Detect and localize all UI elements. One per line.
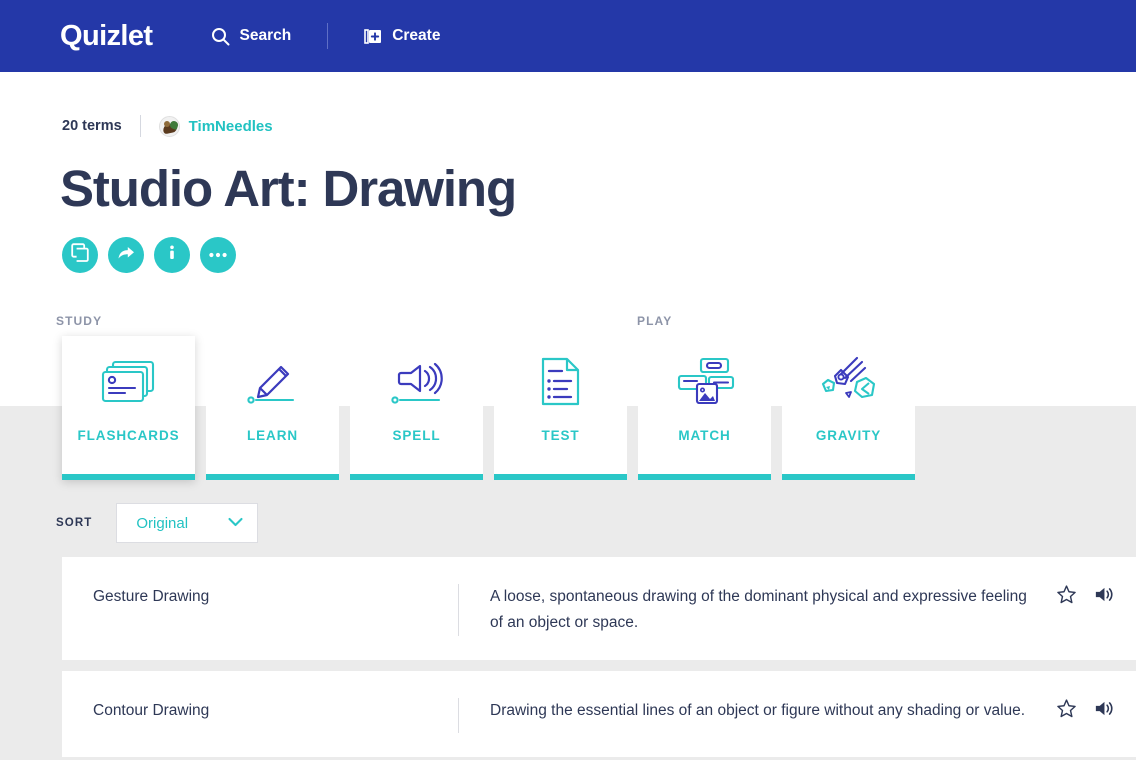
quizlet-logo[interactable]: Quizlet bbox=[60, 20, 153, 53]
term-definition: A loose, spontaneous drawing of the domi… bbox=[490, 588, 1027, 631]
more-button[interactable] bbox=[200, 237, 236, 273]
share-button[interactable] bbox=[108, 237, 144, 273]
section-label-play: PLAY bbox=[637, 314, 673, 328]
section-label-study: STUDY bbox=[56, 314, 103, 328]
mode-card-match-label: MATCH bbox=[678, 428, 731, 443]
sort-select[interactable]: Original bbox=[116, 503, 259, 543]
mode-card-learn-label: LEARN bbox=[247, 428, 298, 443]
speaker-waves-icon bbox=[387, 336, 447, 428]
term-row-actions bbox=[1056, 698, 1136, 719]
author-link[interactable]: TimNeedles bbox=[158, 115, 273, 137]
pencil-icon bbox=[243, 336, 303, 428]
navbar-divider bbox=[327, 23, 329, 49]
mode-card-spell-label: SPELL bbox=[392, 428, 441, 443]
create-icon bbox=[364, 27, 383, 46]
sort-row: SORT Original bbox=[56, 503, 259, 543]
term-row-actions bbox=[1056, 584, 1136, 605]
speaker-icon[interactable] bbox=[1093, 698, 1114, 719]
study-mode-cards: FLASHCARDS LEARN SPELL TEST MATCH GRAVIT… bbox=[62, 336, 915, 480]
search-icon bbox=[211, 27, 230, 46]
ellipsis-icon bbox=[208, 246, 228, 264]
chevron-down-icon bbox=[228, 514, 243, 532]
info-icon bbox=[163, 244, 181, 267]
mode-card-spell[interactable]: SPELL bbox=[350, 336, 483, 480]
star-icon[interactable] bbox=[1056, 698, 1077, 719]
table-row[interactable]: Contour Drawing Drawing the essential li… bbox=[62, 671, 1136, 757]
avatar bbox=[158, 115, 180, 137]
mode-card-learn[interactable]: LEARN bbox=[206, 336, 339, 480]
mode-card-flashcards-label: FLASHCARDS bbox=[77, 428, 180, 443]
nav-item-search-label: Search bbox=[239, 27, 292, 44]
table-row[interactable]: Gesture Drawing A loose, spontaneous dra… bbox=[62, 557, 1136, 660]
term-word: Gesture Drawing bbox=[93, 588, 210, 605]
document-list-icon bbox=[537, 336, 585, 428]
page-root: Quizlet Search Create 20 terms TimNeedle… bbox=[0, 0, 1136, 760]
navbar-items: Search Create bbox=[209, 21, 442, 52]
mode-card-test-label: TEST bbox=[541, 428, 580, 443]
copy-button[interactable] bbox=[62, 237, 98, 273]
term-count: 20 terms bbox=[62, 118, 122, 134]
term-word: Contour Drawing bbox=[93, 702, 210, 719]
info-button[interactable] bbox=[154, 237, 190, 273]
speaker-icon[interactable] bbox=[1093, 584, 1114, 605]
page-title: Studio Art: Drawing bbox=[60, 160, 517, 217]
mode-card-flashcards[interactable]: FLASHCARDS bbox=[62, 336, 195, 480]
sort-value: Original bbox=[136, 514, 189, 532]
set-action-buttons bbox=[62, 237, 236, 273]
mode-card-match[interactable]: MATCH bbox=[638, 336, 771, 480]
sort-label: SORT bbox=[56, 517, 93, 529]
match-cards-icon bbox=[673, 336, 737, 428]
term-definition: Drawing the essential lines of an object… bbox=[490, 702, 1026, 719]
mode-card-gravity[interactable]: GRAVITY bbox=[782, 336, 915, 480]
nav-item-create-label: Create bbox=[392, 27, 441, 44]
copy-icon bbox=[70, 243, 90, 267]
meta-divider bbox=[139, 115, 141, 137]
author-name: TimNeedles bbox=[188, 117, 273, 135]
asteroid-icon bbox=[817, 336, 881, 428]
term-list: Gesture Drawing A loose, spontaneous dra… bbox=[62, 557, 1136, 760]
top-navbar: Quizlet Search Create bbox=[0, 0, 1136, 72]
star-icon[interactable] bbox=[1056, 584, 1077, 605]
share-arrow-icon bbox=[116, 243, 136, 268]
mode-card-test[interactable]: TEST bbox=[494, 336, 627, 480]
nav-item-create[interactable]: Create bbox=[362, 21, 442, 52]
nav-item-search[interactable]: Search bbox=[209, 21, 293, 52]
set-meta-row: 20 terms TimNeedles bbox=[62, 115, 273, 137]
flashcards-icon bbox=[99, 336, 159, 428]
mode-card-gravity-label: GRAVITY bbox=[815, 428, 882, 443]
